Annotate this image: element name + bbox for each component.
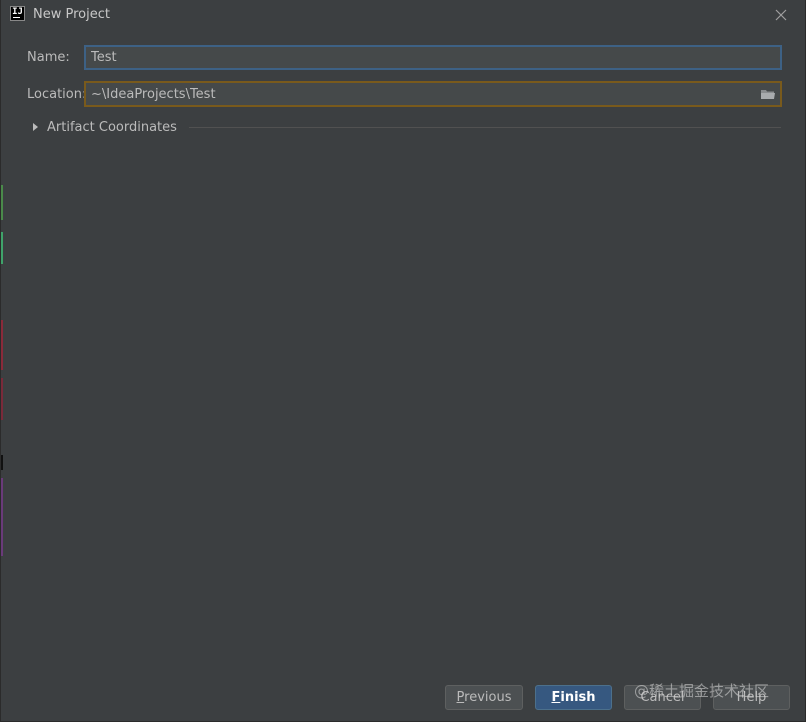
- close-button[interactable]: [771, 5, 791, 25]
- triangle-right-icon: [33, 123, 38, 131]
- new-project-dialog: IJ New Project Name: Location: Artifact …: [0, 0, 806, 722]
- location-field-container: [84, 81, 782, 107]
- location-input[interactable]: [86, 83, 756, 105]
- close-icon: [775, 9, 787, 21]
- name-input[interactable]: [84, 45, 782, 70]
- folder-icon: [761, 90, 775, 99]
- name-label: Name:: [27, 50, 70, 65]
- side-strip: [1, 320, 3, 370]
- watermark: @稀土掘金技术社区: [634, 682, 770, 700]
- finish-button-label: Finish: [551, 690, 596, 705]
- finish-button[interactable]: Finish: [535, 685, 612, 710]
- location-label: Location:: [27, 87, 87, 102]
- previous-button-label: Previous: [456, 690, 512, 705]
- side-strip: [1, 478, 3, 556]
- logo-text: IJ: [12, 7, 23, 17]
- window-title: New Project: [33, 7, 110, 22]
- side-strip: [1, 185, 3, 220]
- side-strip: [1, 455, 3, 470]
- artifact-coordinates-label: Artifact Coordinates: [47, 119, 177, 135]
- separator-line: [188, 126, 781, 128]
- side-strip: [1, 378, 3, 420]
- previous-button[interactable]: Previous: [445, 685, 523, 710]
- title-bar: IJ New Project: [1, 0, 805, 30]
- intellij-logo-icon: IJ: [10, 6, 25, 21]
- artifact-coordinates-toggle[interactable]: Artifact Coordinates: [31, 118, 781, 136]
- side-strip: [1, 232, 3, 264]
- browse-folder-button[interactable]: [760, 86, 776, 102]
